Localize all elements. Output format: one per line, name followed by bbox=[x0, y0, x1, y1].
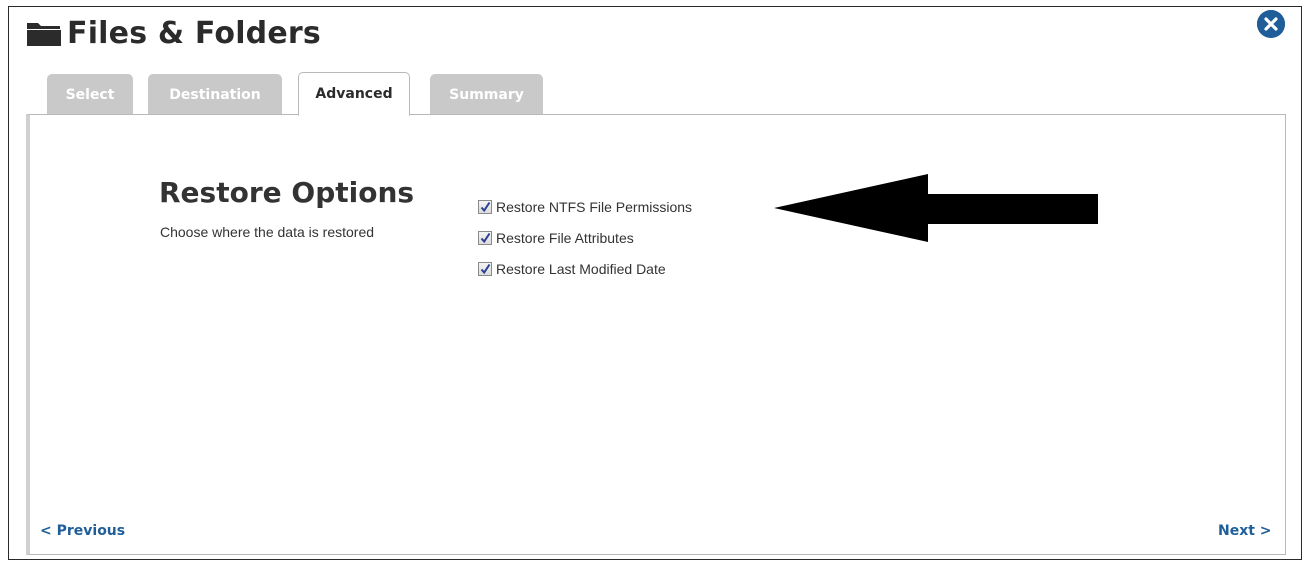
tab-summary[interactable]: Summary bbox=[430, 74, 543, 116]
previous-link[interactable]: < Previous bbox=[40, 523, 125, 539]
folder-icon bbox=[26, 18, 62, 48]
restore-options-list: Restore NTFS File Permissions Restore Fi… bbox=[478, 196, 692, 289]
tab-destination[interactable]: Destination bbox=[148, 74, 282, 116]
close-icon[interactable] bbox=[1257, 10, 1285, 38]
file-attributes-checkbox[interactable] bbox=[478, 231, 492, 245]
option-label: Restore File Attributes bbox=[496, 230, 634, 246]
last-modified-date-checkbox[interactable] bbox=[478, 262, 492, 276]
option-label: Restore NTFS File Permissions bbox=[496, 199, 693, 215]
option-label: Restore Last Modified Date bbox=[496, 261, 666, 277]
option-file-attributes[interactable]: Restore File Attributes bbox=[478, 227, 692, 249]
next-link[interactable]: Next > bbox=[1218, 523, 1272, 539]
ntfs-permissions-checkbox[interactable] bbox=[478, 200, 492, 214]
arrow-left-icon bbox=[774, 172, 1100, 244]
option-ntfs-permissions[interactable]: Restore NTFS File Permissions bbox=[478, 196, 692, 218]
option-last-modified-date[interactable]: Restore Last Modified Date bbox=[478, 258, 692, 280]
section-subtext: Choose where the data is restored bbox=[160, 224, 375, 240]
tab-advanced[interactable]: Advanced bbox=[298, 72, 410, 116]
tab-select[interactable]: Select bbox=[47, 74, 133, 116]
page-title: Files & Folders bbox=[67, 15, 321, 51]
dialog-header: Files & Folders bbox=[26, 8, 321, 58]
section-heading: Restore Options bbox=[159, 176, 415, 209]
